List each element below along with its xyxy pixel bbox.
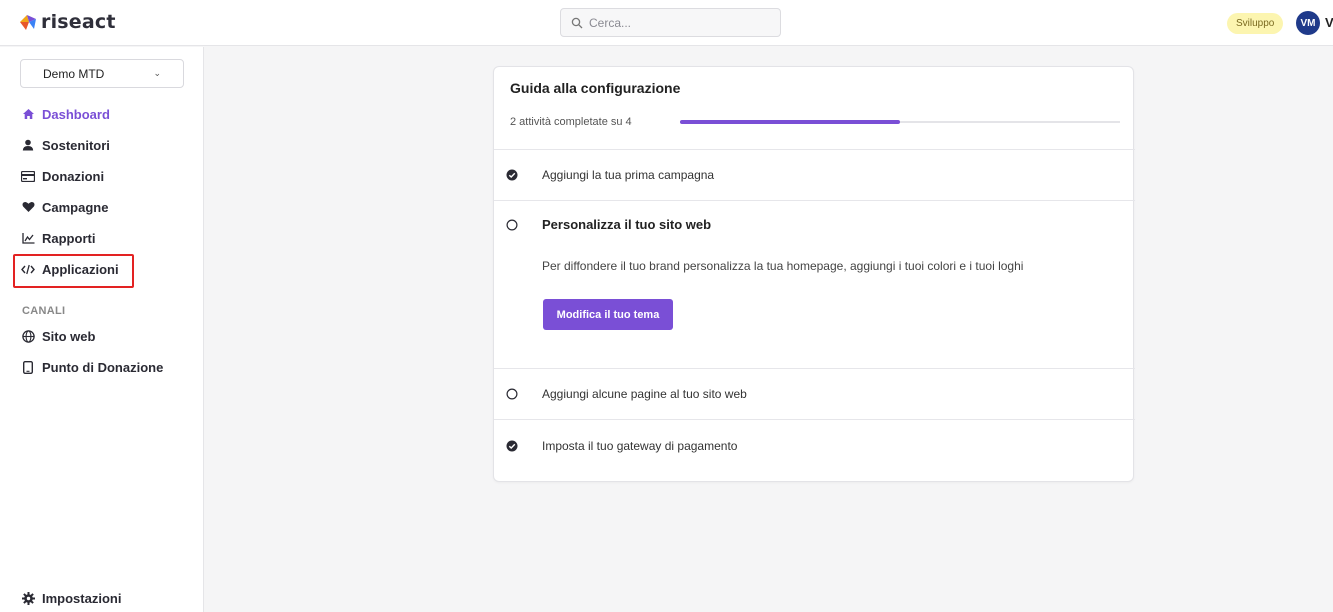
progress-text: 2 attività completate su 4 xyxy=(510,116,632,128)
store-select-value: Demo MTD xyxy=(43,66,105,81)
task-label: Aggiungi la tua prima campagna xyxy=(542,168,715,182)
user-icon xyxy=(20,139,36,151)
sidebar-item-label: Donazioni xyxy=(42,168,105,184)
task-row-payment-gateway[interactable]: Imposta il tuo gateway di pagamento xyxy=(494,420,1135,475)
progress-bar-fill xyxy=(680,120,900,124)
user-name[interactable]: V xyxy=(1325,15,1333,30)
credit-card-icon xyxy=(20,170,36,182)
sidebar-item-label: Dashboard xyxy=(42,106,110,122)
mobile-icon xyxy=(20,360,36,374)
logo-mark-icon xyxy=(20,15,36,30)
task-label: Aggiungi alcune pagine al tuo sito web xyxy=(542,387,747,401)
check-circle-icon xyxy=(506,440,518,452)
task-row-customize-website: Personalizza il tuo sito web xyxy=(494,201,1135,368)
store-select[interactable]: Demo MTD ⌄ xyxy=(20,59,184,88)
setup-guide-card: Guida alla configurazione 2 attività com… xyxy=(493,66,1135,482)
edit-theme-button[interactable]: Modifica il tuo tema xyxy=(543,299,673,330)
chart-icon xyxy=(20,232,36,244)
check-circle-icon xyxy=(506,169,518,181)
sidebar-item-sostenitori[interactable]: Sostenitori xyxy=(20,134,110,156)
sidebar-item-label: Campagne xyxy=(42,199,109,215)
globe-icon xyxy=(20,329,36,343)
home-icon xyxy=(20,108,36,120)
sidebar-item-rapporti[interactable]: Rapporti xyxy=(20,227,95,249)
task-label: Imposta il tuo gateway di pagamento xyxy=(542,439,738,453)
riseact-logo[interactable]: riseact xyxy=(18,9,116,35)
sidebar-item-campagne[interactable]: Campagne xyxy=(20,196,108,218)
search-box[interactable] xyxy=(560,8,781,37)
search-input[interactable] xyxy=(589,15,769,30)
sidebar-item-label: Sito web xyxy=(42,328,96,344)
empty-circle-icon[interactable] xyxy=(506,219,518,231)
top-bar: riseact Sviluppo VM V xyxy=(0,0,1333,46)
task-row-first-campaign[interactable]: Aggiungi la tua prima campagna xyxy=(494,150,1135,200)
sidebar-item-label: Impostazioni xyxy=(42,590,122,606)
sidebar-item-label: Rapporti xyxy=(42,230,96,246)
section-label-canali: CANALI xyxy=(22,305,66,317)
task-description: Per diffondere il tuo brand personalizza… xyxy=(542,259,1024,273)
sidebar-item-sito-web[interactable]: Sito web xyxy=(20,325,95,347)
environment-badge: Sviluppo xyxy=(1227,13,1284,34)
sidebar-item-label: Sostenitori xyxy=(42,137,110,153)
user-avatar[interactable]: VM xyxy=(1296,11,1320,35)
task-label[interactable]: Personalizza il tuo sito web xyxy=(542,217,711,232)
logo-text: riseact xyxy=(41,11,116,33)
sidebar-item-dashboard[interactable]: Dashboard xyxy=(20,103,110,125)
gear-icon xyxy=(20,591,36,605)
empty-circle-icon xyxy=(506,388,518,400)
search-icon xyxy=(571,17,583,28)
highlight-annotation-box xyxy=(13,254,134,288)
sidebar-item-donazioni[interactable]: Donazioni xyxy=(20,165,104,187)
progress-bar xyxy=(680,120,1120,124)
sidebar-item-impostazioni[interactable]: Impostazioni xyxy=(20,587,121,609)
heart-icon xyxy=(20,201,36,213)
chevron-down-icon: ⌄ xyxy=(153,68,161,78)
sidebar-item-punto-di-donazione[interactable]: Punto di Donazione xyxy=(20,356,163,378)
card-title: Guida alla configurazione xyxy=(510,80,681,96)
task-row-add-pages[interactable]: Aggiungi alcune pagine al tuo sito web xyxy=(494,369,1135,419)
sidebar: Demo MTD ⌄ Dashboard Sostenitori Donazio… xyxy=(0,47,204,612)
sidebar-item-label: Punto di Donazione xyxy=(42,359,164,375)
